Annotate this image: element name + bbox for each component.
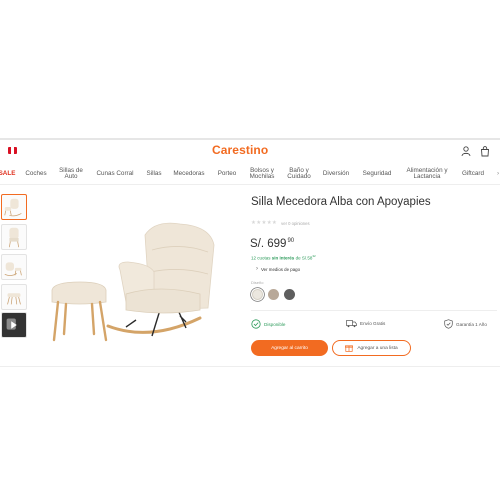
swatch-taupe[interactable]: [268, 289, 279, 300]
nav-item-label: Sillas de Auto: [59, 166, 83, 180]
nav-item-alimentacion-y-lactancia[interactable]: Alimentación y Lactancia: [400, 163, 454, 185]
nav-item-sillas[interactable]: Sillas: [143, 163, 165, 185]
nav-item-seguridad[interactable]: Seguridad: [359, 163, 395, 185]
installments-info: 12 cuotas sin interés de S/.5832: [251, 254, 316, 261]
product-thumb-1[interactable]: [1, 194, 27, 220]
product-thumb-video[interactable]: [1, 312, 27, 338]
truck-icon: [346, 320, 357, 328]
gift-icon: [345, 345, 354, 352]
availability-label: Disponible: [264, 321, 286, 327]
installments-suffix: de S/.58: [295, 255, 313, 261]
nav-item-diversion[interactable]: Diversión: [320, 163, 352, 185]
free-shipping-label: Envío Gratis: [360, 321, 386, 326]
category-nav: SALE Coches Sillas de Auto Cunas Corral …: [0, 163, 500, 185]
add-to-cart-button[interactable]: Agregar al carrito: [251, 340, 328, 356]
price-decimal: 90: [287, 238, 295, 244]
cart-icon[interactable]: [479, 145, 491, 157]
bottom-border: [0, 366, 500, 367]
installments-sup: 32: [312, 254, 316, 258]
site-header: Carestino: [0, 140, 500, 162]
nav-item-mecedoras[interactable]: Mecedoras: [170, 163, 208, 185]
product-main-image[interactable]: [40, 210, 230, 360]
nav-item-porteo[interactable]: Porteo: [213, 163, 241, 185]
product-thumb-3[interactable]: [1, 254, 27, 280]
peru-flag-icon[interactable]: [8, 147, 17, 154]
add-to-list-button[interactable]: Agregar a una lista: [332, 340, 411, 356]
warranty-label: Garantía 1 Año: [456, 321, 487, 327]
nav-item-label: Alimentación y Lactancia: [406, 166, 448, 180]
nav-item-bolsos-y-mochilas[interactable]: Bolsos y Mochilas: [245, 163, 279, 185]
nav-item-sale[interactable]: SALE: [0, 163, 16, 185]
installments-bold: sin interés: [271, 255, 295, 261]
product-thumb-4[interactable]: [1, 284, 27, 310]
nav-item-coches[interactable]: Coches: [22, 163, 50, 185]
divider: [251, 310, 497, 311]
user-icon[interactable]: [460, 145, 472, 157]
check-circle-icon: [251, 319, 261, 329]
availability: Disponible: [251, 319, 285, 329]
product-thumb-2[interactable]: [1, 224, 27, 250]
site-logo[interactable]: Carestino: [212, 143, 268, 157]
color-label: Diseño: [251, 280, 264, 285]
payment-methods-link[interactable]: › Ver medios de pago: [256, 266, 300, 272]
payment-methods-label: Ver medios de pago: [261, 266, 301, 272]
product-price: S/. 69990: [250, 238, 294, 250]
nav-scroll-right-icon[interactable]: ›: [493, 163, 500, 185]
installments-prefix: 12 cuotas: [251, 255, 271, 261]
nav-item-cunas-corral[interactable]: Cunas Corral: [92, 163, 138, 185]
warranty: Garantía 1 Año: [444, 319, 487, 329]
free-shipping: Envío Gratis: [346, 319, 385, 328]
add-to-list-label: Agregar a una lista: [357, 345, 398, 351]
swatch-grey[interactable]: [284, 289, 295, 300]
price-currency: S/.: [250, 238, 265, 250]
swatch-cream[interactable]: [252, 289, 263, 300]
nav-item-label: Baño y Cuidado: [287, 166, 311, 180]
nav-item-sillas-de-auto[interactable]: Sillas de Auto: [56, 163, 86, 185]
shield-icon: [444, 319, 453, 329]
product-rating[interactable]: ★★★★★ ver 0 opiniones: [251, 220, 310, 226]
nav-item-bano-y-cuidado[interactable]: Baño y Cuidado: [283, 163, 315, 185]
nav-item-giftcard[interactable]: Giftcard: [458, 163, 488, 185]
price-integer: 699: [267, 238, 287, 250]
nav-item-label: Bolsos y Mochilas: [249, 166, 275, 180]
product-title: Silla Mecedora Alba con Apoyapies: [251, 196, 431, 208]
chevron-right-icon: ›: [256, 266, 258, 272]
reviews-link[interactable]: ver 0 opiniones: [281, 221, 309, 226]
rating-stars: ★★★★★: [251, 220, 278, 226]
